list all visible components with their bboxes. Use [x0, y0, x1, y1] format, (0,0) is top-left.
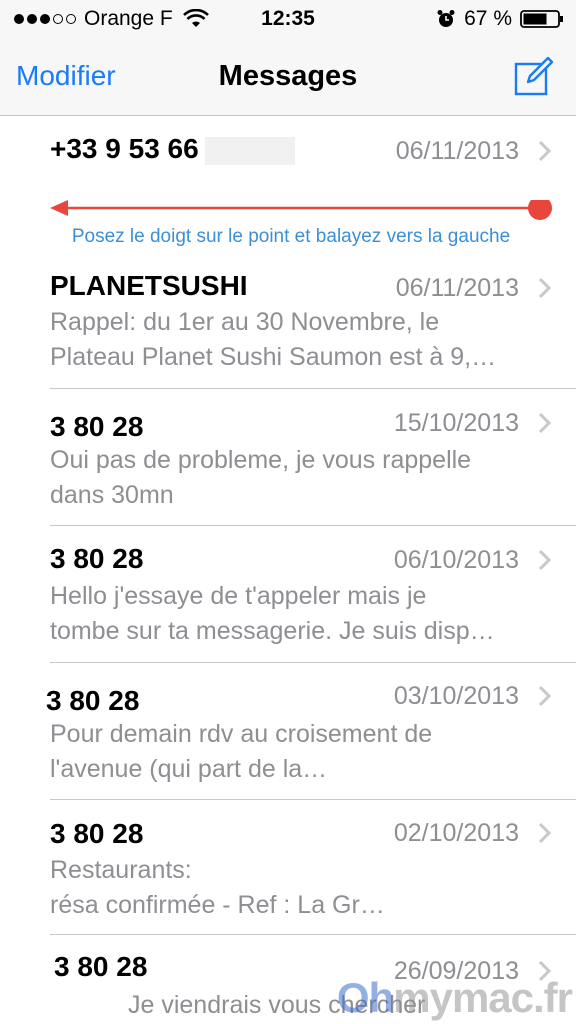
- watermark-logo: Ohmymac.fr: [336, 974, 573, 1021]
- message-date: 06/11/2013: [395, 137, 519, 165]
- compose-icon[interactable]: [514, 56, 554, 96]
- message-sender: 3 80 28: [46, 685, 140, 716]
- message-sender: 3 80 28: [54, 951, 148, 982]
- message-date: 02/10/2013: [393, 819, 519, 847]
- message-date: 03/10/2013: [393, 682, 519, 710]
- status-right: 67 %: [436, 7, 564, 31]
- chevron-right-icon: [538, 277, 552, 299]
- message-preview: Oui pas de probleme, je vous rappelle da…: [50, 446, 472, 509]
- chevron-right-icon: [538, 685, 552, 707]
- message-sender: 3 80 28: [50, 818, 144, 849]
- alarm-icon: [437, 10, 455, 27]
- page-title: Messages: [218, 60, 358, 92]
- swipe-arrow: [50, 200, 552, 220]
- message-preview: Restaurants: résa confirmée - Ref : La G…: [50, 856, 385, 919]
- navigation-bar: Modifier Messages: [0, 38, 576, 116]
- message-preview: Hello j'essaye de t'appeler mais je tomb…: [50, 582, 495, 645]
- chevron-right-icon: [538, 412, 552, 434]
- message-row[interactable]: 3 80 28 06/10/2013 Hello j'essaye de t'a…: [0, 526, 576, 663]
- message-row[interactable]: PLANETSUSHI 06/11/2013 Rappel: du 1er au…: [0, 268, 576, 405]
- swipe-hint-text: Posez le doigt sur le point et balayez v…: [71, 226, 511, 247]
- message-preview: Rappel: du 1er au 30 Novembre, le Platea…: [50, 308, 497, 371]
- message-preview: Pour demain rdv au croisement de l'avenu…: [50, 720, 433, 783]
- redacted-area: [204, 136, 295, 165]
- chevron-right-icon: [538, 140, 552, 162]
- message-sender: +33 9 53 66: [50, 133, 295, 165]
- battery-percent: 67 %: [464, 7, 512, 30]
- status-bar: Orange F 12:35 67 %: [0, 0, 576, 38]
- message-date: 15/10/2013: [393, 409, 519, 437]
- message-sender: 3 80 28: [50, 543, 144, 574]
- chevron-right-icon: [538, 822, 552, 844]
- message-row[interactable]: 3 80 28 02/10/2013 Restaurants: résa con…: [0, 800, 576, 937]
- message-row[interactable]: 3 80 28 03/10/2013 Pour demain rdv au cr…: [0, 663, 576, 800]
- message-sender: 3 80 28: [50, 411, 144, 442]
- message-row[interactable]: 3 80 28 15/10/2013 Oui pas de probleme, …: [0, 389, 576, 526]
- message-date: 06/10/2013: [393, 546, 519, 574]
- message-sender: PLANETSUSHI: [50, 270, 248, 301]
- battery-icon: [520, 10, 563, 28]
- chevron-right-icon: [538, 549, 552, 571]
- message-date: 06/11/2013: [395, 274, 519, 302]
